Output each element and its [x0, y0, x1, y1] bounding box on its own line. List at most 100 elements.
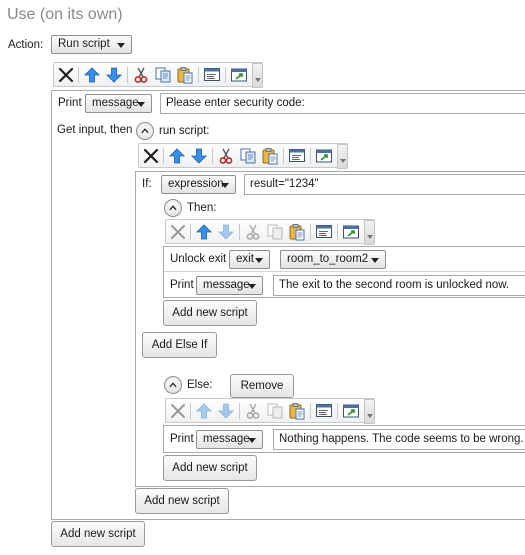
- chevron-down-icon: [255, 258, 263, 263]
- if-type-value: expression: [168, 178, 224, 190]
- cut-icon[interactable]: [217, 147, 235, 165]
- toolbar-divider: [337, 403, 338, 419]
- code-view-icon[interactable]: [203, 66, 221, 84]
- unlock-exit-label: Unlock exit: [170, 253, 227, 265]
- move-down-icon[interactable]: [217, 402, 235, 420]
- print-type-value: message: [92, 97, 139, 109]
- toolbar-divider: [190, 403, 191, 419]
- more-options-icon[interactable]: [364, 220, 375, 245]
- pop-out-icon[interactable]: [342, 402, 360, 420]
- else-print-type-value: message: [203, 433, 250, 445]
- remove-else-button[interactable]: Remove: [230, 374, 294, 398]
- move-up-icon[interactable]: [195, 223, 213, 241]
- paste-icon[interactable]: [261, 147, 279, 165]
- copy-icon[interactable]: [154, 66, 172, 84]
- add-else-if-button[interactable]: Add Else If: [142, 332, 217, 358]
- then-print-message-input[interactable]: The exit to the second room is unlocked …: [273, 275, 525, 296]
- toolbar-divider: [127, 67, 128, 83]
- collapse-icon[interactable]: [164, 376, 182, 394]
- print-message-input[interactable]: Please enter security code:: [160, 93, 525, 114]
- then-print-type-dropdown[interactable]: message: [196, 276, 263, 295]
- print-type-dropdown[interactable]: message: [85, 94, 152, 113]
- move-up-icon[interactable]: [195, 402, 213, 420]
- then-print-label: Print: [170, 279, 194, 291]
- pop-out-icon[interactable]: [342, 223, 360, 241]
- move-down-icon[interactable]: [217, 223, 235, 241]
- exit-target-dropdown[interactable]: room_to_room2: [280, 250, 386, 269]
- if-type-dropdown[interactable]: expression: [161, 175, 236, 194]
- code-view-icon[interactable]: [315, 223, 333, 241]
- paste-icon[interactable]: [176, 66, 194, 84]
- pop-out-icon[interactable]: [315, 147, 333, 165]
- chevron-down-icon: [371, 258, 379, 263]
- else-label: Else:: [187, 379, 213, 391]
- chevron-down-icon: [248, 438, 256, 443]
- chevron-down-icon: [221, 183, 229, 188]
- toolbar-divider: [239, 403, 240, 419]
- else-print-message-input[interactable]: Nothing happens. The code seems to be wr…: [273, 429, 525, 450]
- paste-icon[interactable]: [288, 223, 306, 241]
- toolbar-divider: [239, 224, 240, 240]
- unlock-type-dropdown[interactable]: exit: [229, 250, 270, 269]
- move-down-icon[interactable]: [105, 66, 123, 84]
- if-label: If:: [142, 178, 152, 190]
- delete-icon[interactable]: [169, 402, 187, 420]
- action-dropdown[interactable]: Run script: [51, 35, 132, 54]
- copy-icon[interactable]: [239, 147, 257, 165]
- cut-icon[interactable]: [244, 402, 262, 420]
- toolbar-divider: [212, 148, 213, 164]
- toolbar-divider: [310, 403, 311, 419]
- pop-out-icon[interactable]: [230, 66, 248, 84]
- more-options-icon[interactable]: [337, 144, 348, 169]
- toolbar-divider: [310, 224, 311, 240]
- copy-icon[interactable]: [266, 402, 284, 420]
- chevron-down-icon: [137, 102, 145, 107]
- chevron-down-icon: [248, 284, 256, 289]
- else-toolbar: [165, 398, 375, 424]
- then-add-script-button[interactable]: Add new script: [163, 300, 257, 326]
- inner-add-script-button[interactable]: Add new script: [135, 488, 229, 514]
- collapse-icon[interactable]: [136, 122, 154, 140]
- run-script-label: run script:: [159, 125, 210, 137]
- action-label: Action:: [8, 39, 44, 51]
- page-title: Use (on its own): [7, 6, 123, 23]
- move-up-icon[interactable]: [83, 66, 101, 84]
- toolbar-divider: [190, 224, 191, 240]
- toolbar-divider: [337, 224, 338, 240]
- toolbar-divider: [198, 67, 199, 83]
- copy-icon[interactable]: [266, 223, 284, 241]
- delete-icon[interactable]: [142, 147, 160, 165]
- else-print-type-dropdown[interactable]: message: [196, 430, 263, 449]
- exit-target-value: room_to_room2: [287, 253, 369, 265]
- toolbar-divider: [225, 67, 226, 83]
- print-label: Print: [58, 97, 82, 109]
- move-down-icon[interactable]: [190, 147, 208, 165]
- delete-icon[interactable]: [57, 66, 75, 84]
- action-dropdown-value: Run script: [58, 38, 110, 50]
- get-input-label: Get input, then: [57, 124, 133, 136]
- delete-icon[interactable]: [169, 223, 187, 241]
- get-input-toolbar: [138, 143, 348, 169]
- code-view-icon[interactable]: [315, 402, 333, 420]
- toolbar-divider: [163, 148, 164, 164]
- row-divider: [164, 271, 525, 272]
- more-options-icon[interactable]: [252, 63, 263, 88]
- more-options-icon[interactable]: [364, 399, 375, 424]
- then-print-type-value: message: [203, 279, 250, 291]
- outer-add-script-button[interactable]: Add new script: [51, 521, 145, 547]
- paste-icon[interactable]: [288, 402, 306, 420]
- cut-icon[interactable]: [132, 66, 150, 84]
- move-up-icon[interactable]: [168, 147, 186, 165]
- else-add-script-button[interactable]: Add new script: [163, 455, 257, 481]
- outer-toolbar: [53, 62, 263, 88]
- cut-icon[interactable]: [244, 223, 262, 241]
- if-expression-input[interactable]: result="1234": [244, 174, 525, 195]
- toolbar-divider: [78, 67, 79, 83]
- then-toolbar: [165, 219, 375, 245]
- collapse-icon[interactable]: [164, 199, 182, 217]
- toolbar-divider: [283, 148, 284, 164]
- else-print-label: Print: [170, 433, 194, 445]
- toolbar-divider: [310, 148, 311, 164]
- then-label: Then:: [187, 202, 217, 214]
- code-view-icon[interactable]: [288, 147, 306, 165]
